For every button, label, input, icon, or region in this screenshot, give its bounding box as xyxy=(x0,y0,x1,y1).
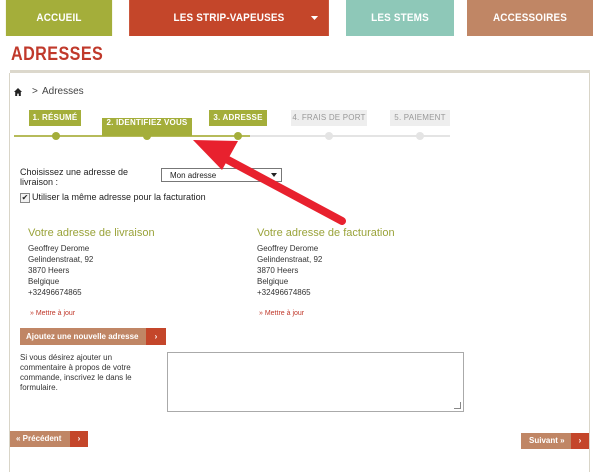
billing-update-link[interactable]: » Mettre à jour xyxy=(259,310,304,317)
same-address-label: Utiliser la même adresse pour la factura… xyxy=(32,192,206,202)
delivery-name: Geoffrey Derome xyxy=(28,244,90,253)
choose-address-label-line2: livraison : xyxy=(20,177,59,187)
add-address-button-label: Ajoutez une nouvelle adresse xyxy=(26,332,139,341)
content-border-right xyxy=(589,73,590,472)
previous-button-label: « Précédent xyxy=(16,434,62,443)
page-title: ADRESSES xyxy=(11,44,104,65)
delivery-city: 3870 Heers xyxy=(28,266,70,275)
step-dot-resume xyxy=(52,132,60,140)
nav-tab-strip-vapeuses-label: LES STRIP-VAPEUSES xyxy=(173,12,285,24)
choose-address-label: Choisissez une adresse de livraison : xyxy=(20,167,128,187)
billing-name: Geoffrey Derome xyxy=(257,244,319,253)
nav-tab-accessoires[interactable]: ACCESSOIRES xyxy=(467,0,593,36)
step-frais-de-port: 4. FRAIS DE PORT xyxy=(291,110,367,126)
address-select-value: Mon adresse xyxy=(170,171,217,180)
same-address-checkbox[interactable]: ✔ xyxy=(20,193,30,203)
billing-address-heading: Votre adresse de facturation xyxy=(257,227,395,239)
comment-instructions-line2: commentaire à propos de votre xyxy=(20,363,131,372)
add-address-button[interactable]: Ajoutez une nouvelle adresse › xyxy=(20,328,166,345)
step-resume[interactable]: 1. RÉSUMÉ xyxy=(29,110,81,126)
resize-handle-icon[interactable] xyxy=(454,402,461,409)
billing-city: 3870 Heers xyxy=(257,266,299,275)
nav-tab-strip-vapeuses[interactable]: LES STRIP-VAPEUSES xyxy=(129,0,329,36)
main-nav: ACCUEIL LES STRIP-VAPEUSES LES STEMS ACC… xyxy=(0,0,600,36)
next-button[interactable]: Suivant » › xyxy=(521,433,589,449)
billing-country: Belgique xyxy=(257,277,289,286)
comment-instructions: Si vous désirez ajouter un commentaire à… xyxy=(20,353,160,393)
choose-address-label-line1: Choisissez une adresse de xyxy=(20,167,129,177)
delivery-phone: +32496674865 xyxy=(28,288,82,297)
comment-textarea[interactable] xyxy=(167,352,464,412)
billing-address-block: Geoffrey Derome Gelindenstraat, 92 3870 … xyxy=(257,243,322,298)
nav-tab-accueil[interactable]: ACCUEIL xyxy=(5,0,113,36)
delivery-street: Gelindenstraat, 92 xyxy=(28,255,94,264)
comment-instructions-line3: commande, inscrivez le dans le xyxy=(20,373,132,382)
chevron-right-icon: › xyxy=(70,431,88,447)
dropdown-arrow-icon xyxy=(271,173,277,177)
chevron-down-icon[interactable] xyxy=(310,16,319,20)
chevron-right-icon: › xyxy=(146,328,166,345)
comment-instructions-line4: formulaire. xyxy=(20,383,58,392)
delivery-country: Belgique xyxy=(28,277,60,286)
content-border-left xyxy=(9,73,10,472)
step-dot-identifiez-vous xyxy=(143,132,151,140)
breadcrumb-current: Adresses xyxy=(42,86,84,97)
step-adresse[interactable]: 3. ADRESSE xyxy=(209,110,267,126)
home-icon[interactable] xyxy=(14,88,22,96)
delivery-address-block: Geoffrey Derome Gelindenstraat, 92 3870 … xyxy=(28,243,93,298)
chevron-right-icon: › xyxy=(571,433,589,449)
step-dot-adresse xyxy=(234,132,242,140)
delivery-address-heading: Votre adresse de livraison xyxy=(28,227,155,239)
previous-button[interactable]: « Précédent › xyxy=(10,431,88,447)
step-dot-paiement xyxy=(416,132,424,140)
title-divider xyxy=(10,70,590,73)
next-button-label: Suivant » xyxy=(529,436,565,445)
step-paiement: 5. PAIEMENT xyxy=(390,110,450,126)
address-select[interactable]: Mon adresse xyxy=(161,168,282,182)
comment-instructions-line1: Si vous désirez ajouter un xyxy=(20,353,113,362)
delivery-update-link[interactable]: » Mettre à jour xyxy=(30,310,75,317)
billing-phone: +32496674865 xyxy=(257,288,311,297)
step-dot-frais-de-port xyxy=(325,132,333,140)
billing-street: Gelindenstraat, 92 xyxy=(257,255,323,264)
breadcrumb-separator: > xyxy=(32,86,38,97)
nav-tab-stems[interactable]: LES STEMS xyxy=(346,0,454,36)
